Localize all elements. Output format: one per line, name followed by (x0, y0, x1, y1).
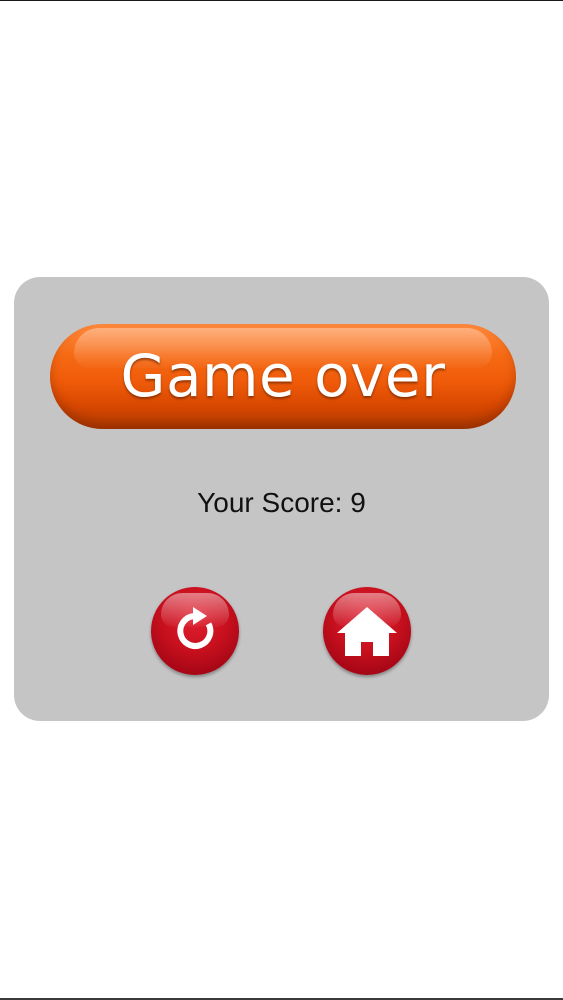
top-border (0, 0, 563, 1)
score-text: Your Score: 9 (197, 487, 366, 518)
game-over-dialog: Game over Your Score: 9 (14, 277, 549, 721)
game-over-banner: Game over (50, 324, 516, 429)
game-over-title: Game over (120, 341, 446, 410)
restart-button[interactable] (151, 587, 239, 675)
restart-icon (177, 607, 214, 649)
home-icon (337, 607, 397, 656)
home-button[interactable] (323, 587, 411, 675)
